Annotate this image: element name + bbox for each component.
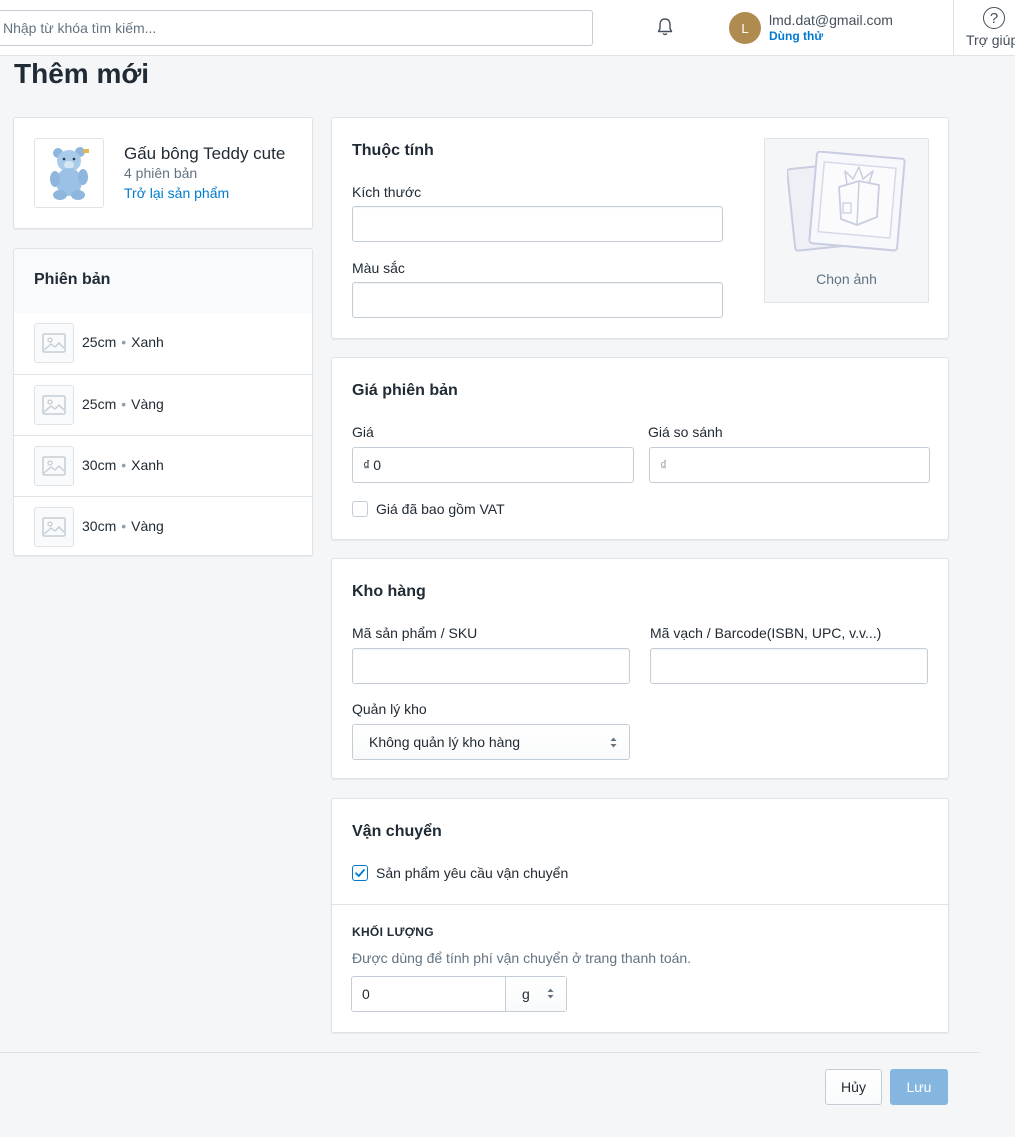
- sku-label: Mã sản phẩm / SKU: [352, 625, 478, 641]
- variant-size: 30cm: [82, 518, 117, 534]
- variant-row[interactable]: 30cm • Vàng: [14, 496, 312, 555]
- inventory-management-select[interactable]: Không quản lý kho hàng: [352, 724, 630, 760]
- variant-size: 25cm: [82, 396, 117, 412]
- requires-shipping-label[interactable]: Sản phẩm yêu cầu vận chuyển: [376, 865, 568, 881]
- variant-count: 4 phiên bản: [124, 165, 198, 181]
- variant-row[interactable]: 30cm • Xanh: [14, 435, 312, 496]
- back-to-product-link[interactable]: Trở lại sản phẩm: [124, 185, 229, 201]
- product-thumbnail: [34, 138, 104, 208]
- variant-separator: •: [121, 396, 127, 412]
- variant-size: 30cm: [82, 457, 117, 473]
- page-title: Thêm mới: [14, 58, 150, 89]
- variant-list: 25cm • Xanh 25cm • Vàng 30cm • Xanh 30cm • Vàng: [14, 313, 312, 555]
- inventory-heading: Kho hàng: [352, 583, 426, 600]
- weight-unit-select[interactable]: g: [506, 977, 566, 1011]
- variant-color: Xanh: [131, 334, 164, 350]
- price-input[interactable]: [373, 457, 574, 473]
- size-label: Kích thước: [352, 184, 422, 200]
- pricing-heading: Giá phiên bản: [352, 382, 458, 399]
- weight-input[interactable]: [352, 977, 506, 1011]
- select-arrows-icon: [547, 988, 554, 999]
- top-bar: L lmd.dat@gmail.com Dùng thử ? Trợ giúp: [0, 0, 1015, 56]
- footer-divider: [0, 1052, 980, 1053]
- cancel-button[interactable]: Hủy: [825, 1069, 882, 1105]
- variant-separator: •: [121, 457, 127, 473]
- variant-label: 30cm • Xanh: [82, 457, 164, 473]
- variant-label: 30cm • Vàng: [82, 518, 164, 534]
- choose-image-label: Chọn ảnh: [816, 271, 877, 287]
- teddy-bear-image: [50, 147, 89, 200]
- variant-color: Vàng: [131, 518, 164, 534]
- divider: [332, 904, 948, 905]
- compare-price-input[interactable]: [670, 457, 871, 473]
- user-plan-badge: Dùng thử: [769, 29, 824, 43]
- weight-field: g: [351, 976, 567, 1012]
- shipping-heading: Vận chuyển: [352, 823, 442, 840]
- weight-hint: Được dùng để tính phí vận chuyển ở trang…: [352, 950, 692, 966]
- user-email[interactable]: lmd.dat@gmail.com: [769, 12, 893, 28]
- shipping-card: Vận chuyển Sản phẩm yêu cầu vận chuyển K…: [331, 798, 949, 1033]
- product-summary-card: Gấu bông Teddy cute 4 phiên bản Trở lại …: [13, 117, 313, 229]
- bell-icon[interactable]: [654, 16, 676, 38]
- compare-price-label: Giá so sánh: [648, 424, 723, 440]
- variant-row[interactable]: 25cm • Xanh: [14, 313, 312, 374]
- color-input[interactable]: [352, 282, 723, 318]
- help-label: Trợ giúp: [966, 32, 1015, 48]
- barcode-label: Mã vạch / Barcode(ISBN, UPC, v.v...): [650, 625, 882, 641]
- inventory-management-value: Không quản lý kho hàng: [369, 734, 521, 750]
- search-input[interactable]: [0, 10, 593, 46]
- vat-label[interactable]: Giá đã bao gồm VAT: [376, 501, 505, 517]
- save-button[interactable]: Lưu: [890, 1069, 948, 1105]
- inventory-card: Kho hàng Mã sản phẩm / SKU Mã vạch / Bar…: [331, 558, 949, 779]
- requires-shipping-checkbox[interactable]: [352, 865, 368, 881]
- variants-card: Phiên bản 25cm • Xanh 25cm • Vàng 30cm • Xanh 30c…: [13, 248, 313, 556]
- pricing-card: Giá phiên bản Giá ₫ Giá so sánh ₫ Giá đã…: [331, 357, 949, 540]
- variant-color: Xanh: [131, 457, 164, 473]
- compare-price-field[interactable]: ₫: [649, 447, 930, 483]
- image-placeholder-icon: [34, 385, 74, 425]
- variant-separator: •: [121, 334, 127, 350]
- weight-heading: KHỐI LƯỢNG: [352, 925, 434, 939]
- variant-size: 25cm: [82, 334, 117, 350]
- vat-checkbox[interactable]: [352, 501, 368, 517]
- attributes-heading: Thuộc tính: [352, 142, 434, 159]
- photo-placeholder-icon: [787, 151, 906, 252]
- variant-label: 25cm • Vàng: [82, 396, 164, 412]
- price-label: Giá: [352, 424, 374, 440]
- image-placeholder-icon: [34, 323, 74, 363]
- help-icon: ?: [983, 7, 1005, 29]
- sku-input[interactable]: [352, 648, 630, 684]
- color-label: Màu sắc: [352, 260, 405, 276]
- price-field[interactable]: ₫: [352, 447, 634, 483]
- variant-label: 25cm • Xanh: [82, 334, 164, 350]
- select-arrows-icon: [610, 737, 617, 748]
- attributes-card: Thuộc tính Kích thước Màu sắc Chọn ảnh: [331, 117, 949, 339]
- variant-row[interactable]: 25cm • Vàng: [14, 374, 312, 435]
- product-name: Gấu bông Teddy cute: [124, 144, 286, 163]
- compare-currency-symbol: ₫: [660, 457, 668, 473]
- weight-unit-value: g: [522, 986, 530, 1002]
- size-input[interactable]: [352, 206, 723, 242]
- price-currency-symbol: ₫: [363, 457, 371, 473]
- barcode-input[interactable]: [650, 648, 928, 684]
- image-placeholder-icon: [34, 446, 74, 486]
- variant-color: Vàng: [131, 396, 164, 412]
- variants-heading: Phiên bản: [14, 249, 312, 313]
- avatar[interactable]: L: [729, 12, 761, 44]
- image-picker[interactable]: Chọn ảnh: [764, 138, 929, 303]
- inventory-management-label: Quản lý kho: [352, 701, 427, 717]
- checkmark-icon: [355, 869, 365, 877]
- image-placeholder-icon: [34, 507, 74, 547]
- help-button[interactable]: ? Trợ giúp: [953, 0, 1015, 56]
- variant-separator: •: [121, 518, 127, 534]
